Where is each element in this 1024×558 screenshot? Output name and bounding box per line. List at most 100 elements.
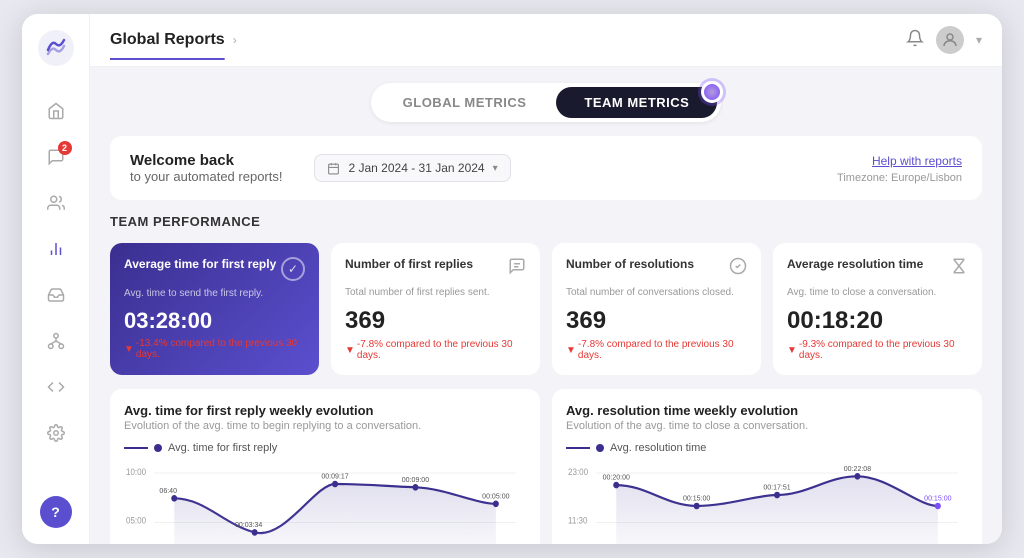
svg-text:00:20:00: 00:20:00 (603, 472, 630, 481)
chart-title: Avg. time for first reply weekly evoluti… (124, 403, 526, 418)
check-circle-icon (729, 257, 747, 280)
main-content: Global Reports › ▾ GLOBAL METRICS TEAM M… (90, 14, 1002, 544)
date-range-value: 2 Jan 2024 - 31 Jan 2024 (348, 161, 484, 175)
metric-card-num-resolutions: Number of resolutions Total number of co… (552, 243, 761, 375)
legend-label: Avg. time for first reply (168, 442, 277, 454)
breadcrumb-chevron: › (233, 33, 237, 47)
chart-subtitle: Evolution of the avg. time to close a co… (566, 420, 968, 432)
metric-title: Number of resolutions (566, 257, 694, 273)
resolution-chart-card: Avg. resolution time weekly evolution Ev… (552, 389, 982, 544)
tab-team-metrics[interactable]: TEAM METRICS (556, 87, 717, 118)
metric-subtitle: Avg. time to send the first reply. (124, 287, 305, 300)
sidebar-item-inbox[interactable] (36, 275, 76, 315)
hourglass-icon (950, 257, 968, 280)
svg-text:11:30: 11:30 (568, 515, 588, 525)
metric-change: ▼ -9.3% compared to the previous 30 days… (787, 339, 968, 361)
tab-active-indicator (701, 81, 723, 103)
chat-badge: 2 (58, 141, 72, 155)
svg-text:10:00: 10:00 (126, 467, 146, 477)
svg-text:00:15:00: 00:15:00 (683, 493, 710, 502)
metric-change: ▼ -7.8% compared to the previous 30 days… (345, 339, 526, 361)
metric-value: 03:28:00 (124, 308, 305, 334)
svg-text:05:00: 05:00 (126, 515, 146, 525)
metric-card-avg-resolution-time: Average resolution time Avg. time to clo… (773, 243, 982, 375)
first-reply-chart-card: Avg. time for first reply weekly evoluti… (110, 389, 540, 544)
metric-value: 369 (345, 307, 526, 335)
metric-change-text: -7.8% compared to the previous 30 days. (357, 339, 526, 361)
metric-change-text: -9.3% compared to the previous 30 days. (799, 339, 968, 361)
svg-text:00:22:08: 00:22:08 (844, 463, 871, 472)
welcome-heading: Welcome back (130, 152, 282, 169)
sidebar-item-flows[interactable] (36, 321, 76, 361)
metric-card-header: Number of resolutions (566, 257, 747, 280)
metric-title: Average resolution time (787, 257, 923, 273)
metric-title: Number of first replies (345, 257, 473, 273)
svg-text:00:03:34: 00:03:34 (235, 520, 262, 529)
chart-title: Avg. resolution time weekly evolution (566, 403, 968, 418)
metric-card-header: Average resolution time (787, 257, 968, 280)
sidebar-bottom: ? (40, 496, 72, 528)
down-arrow-icon: ▼ (787, 345, 797, 356)
content-area: GLOBAL METRICS TEAM METRICS Welcome back… (90, 67, 1002, 544)
metric-change-text: -7.8% compared to the previous 30 days. (578, 339, 747, 361)
svg-text:06:40: 06:40 (159, 485, 177, 494)
legend-dot (596, 444, 604, 452)
down-arrow-icon: ▼ (566, 345, 576, 356)
legend-line (124, 447, 148, 449)
date-range-picker[interactable]: 2 Jan 2024 - 31 Jan 2024 ▾ (314, 154, 510, 182)
metric-change-text: -13.4% compared to the previous 30 days. (136, 338, 305, 360)
chart-legend: Avg. resolution time (566, 442, 968, 454)
line-chart-svg: 23:00 11:30 00 (566, 462, 968, 544)
notification-icon[interactable] (906, 29, 924, 52)
metric-card-num-first-replies: Number of first replies Total number of … (331, 243, 540, 375)
legend-label: Avg. resolution time (610, 442, 706, 454)
down-arrow-icon: ▼ (124, 344, 134, 355)
metric-value: 00:18:20 (787, 307, 968, 335)
logo[interactable] (38, 30, 74, 71)
down-arrow-icon: ▼ (345, 345, 355, 356)
legend-line (566, 447, 590, 449)
chart-legend: Avg. time for first reply (124, 442, 526, 454)
chart-subtitle: Evolution of the avg. time to begin repl… (124, 420, 526, 432)
metric-card-avg-first-reply: Average time for first reply ✓ Avg. time… (110, 243, 319, 375)
chat-lines-icon (508, 257, 526, 280)
header: Global Reports › ▾ (90, 14, 1002, 67)
metrics-tabs: GLOBAL METRICS TEAM METRICS (371, 83, 722, 122)
help-reports-link[interactable]: Help with reports (872, 154, 962, 168)
charts-grid: Avg. time for first reply weekly evoluti… (110, 389, 982, 544)
metric-subtitle: Avg. time to close a conversation. (787, 286, 968, 299)
welcome-subtext: to your automated reports! (130, 169, 282, 184)
svg-text:00:15:00: 00:15:00 (924, 493, 951, 502)
metric-subtitle: Total number of conversations closed. (566, 286, 747, 299)
tab-global-metrics[interactable]: GLOBAL METRICS (375, 87, 555, 118)
check-icon: ✓ (281, 257, 305, 281)
svg-text:00:09:00: 00:09:00 (402, 474, 429, 483)
metric-card-header: Average time for first reply ✓ (124, 257, 305, 281)
sidebar-item-contacts[interactable] (36, 183, 76, 223)
page-title: Global Reports (110, 31, 225, 49)
svg-text:00:09:17: 00:09:17 (321, 471, 348, 480)
help-button[interactable]: ? (40, 496, 72, 528)
legend-dot (154, 444, 162, 452)
metric-card-header: Number of first replies (345, 257, 526, 280)
svg-text:23:00: 23:00 (568, 467, 588, 477)
timezone-label: Timezone: Europe/Lisbon (837, 172, 962, 184)
sidebar-item-code[interactable] (36, 367, 76, 407)
chart-area: 10:00 05:00 00 (124, 462, 526, 544)
avatar-chevron[interactable]: ▾ (976, 33, 982, 47)
welcome-text: Welcome back to your automated reports! (130, 152, 282, 184)
metric-value: 369 (566, 307, 747, 335)
chart-area: 23:00 11:30 00 (566, 462, 968, 544)
metric-title: Average time for first reply (124, 257, 276, 273)
metric-subtitle: Total number of first replies sent. (345, 286, 526, 299)
avatar[interactable] (936, 26, 964, 54)
metrics-grid: Average time for first reply ✓ Avg. time… (110, 243, 982, 375)
svg-text:00:17:51: 00:17:51 (763, 482, 790, 491)
sidebar-item-settings[interactable] (36, 413, 76, 453)
sidebar-item-chat[interactable]: 2 (36, 137, 76, 177)
sidebar-item-reports[interactable] (36, 229, 76, 269)
sidebar-item-home[interactable] (36, 91, 76, 131)
header-actions: ▾ (906, 26, 982, 54)
svg-text:00:05:00: 00:05:00 (482, 491, 509, 500)
line-chart-svg: 10:00 05:00 00 (124, 462, 526, 544)
